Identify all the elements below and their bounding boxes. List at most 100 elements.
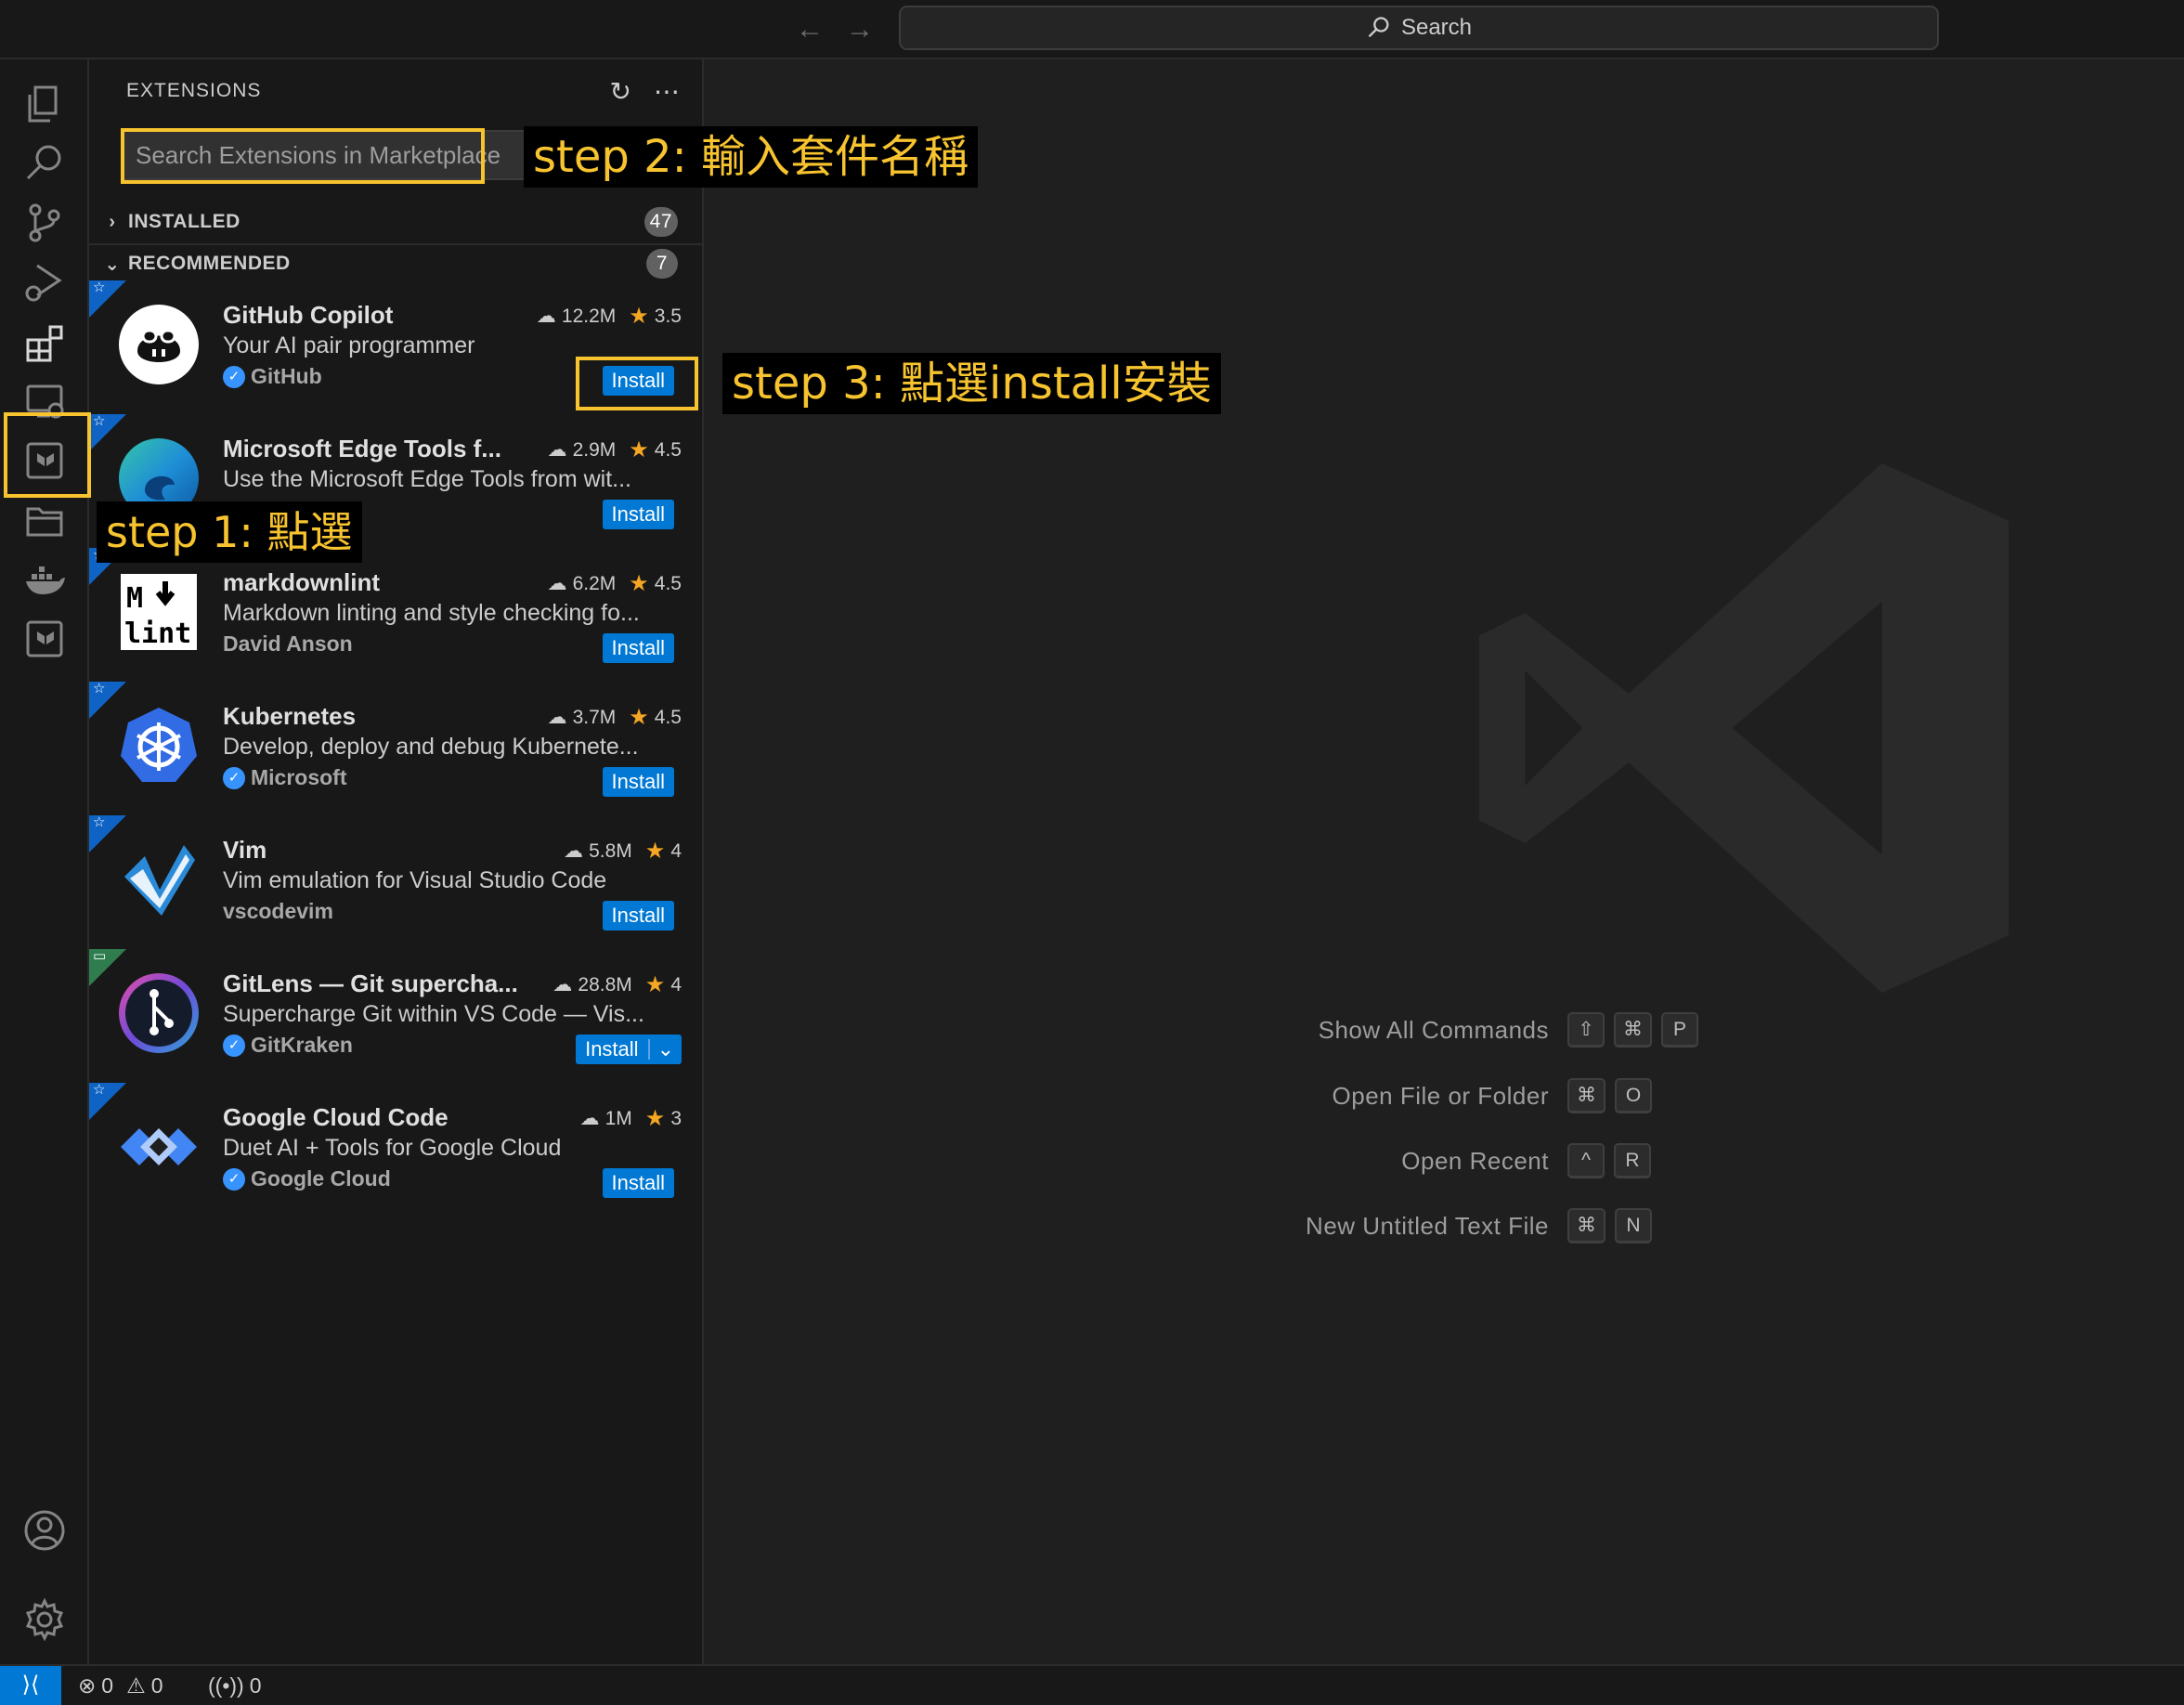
download-icon: ☁ [564, 840, 584, 862]
star-icon: ★ [629, 705, 649, 730]
annotation-step1: step 1: 點選 [97, 501, 362, 563]
section-label: RECOMMENDED [128, 253, 291, 274]
annotation-step2: step 2: 輸入套件名稱 [524, 126, 979, 188]
problems-indicator[interactable]: ⊗ 0 ⚠ 0 [78, 1673, 163, 1698]
download-count: 3.7M [572, 706, 617, 728]
download-count: 6.2M [572, 572, 617, 594]
publisher-name: vscodevim [223, 899, 333, 923]
annotation-step3: step 3: 點選install安裝 [722, 353, 1221, 414]
sidebar-title: EXTENSIONS [126, 80, 262, 101]
extension-description: Your AI pair programmer [223, 332, 475, 358]
rating-value: 4 [670, 973, 682, 996]
gitlens-logo-icon [119, 973, 199, 1053]
star-icon: ★ [629, 571, 649, 596]
star-icon: ★ [629, 304, 649, 329]
key-o: O [1615, 1078, 1652, 1113]
verified-publisher-icon: ✓ [223, 766, 245, 789]
status-bar: ⟩⟨ ⊗ 0 ⚠ 0 ((•)) 0 [0, 1664, 2184, 1705]
folders-icon[interactable] [15, 490, 74, 550]
section-installed[interactable]: › INSTALLED 47 [89, 202, 702, 241]
extensions-icon[interactable] [15, 312, 74, 371]
download-count: 12.2M [561, 305, 617, 327]
markdownlint-logo-icon: M lint [121, 574, 197, 650]
section-recommended[interactable]: ⌄ RECOMMENDED 7 [89, 243, 702, 282]
title-bar: ← → Search [0, 0, 2184, 59]
extension-publisher: ✓ GitKraken [223, 1033, 353, 1058]
rating-value: 3 [670, 1107, 682, 1129]
key-cmd: ⌘ [1567, 1078, 1606, 1113]
verified-publisher-icon: ✓ [223, 365, 245, 388]
key-n: N [1615, 1208, 1652, 1243]
key-r: R [1614, 1143, 1651, 1178]
arrow-right-icon[interactable]: → [841, 11, 878, 48]
extension-stats: ☁ 3.7M ★ 4.5 [548, 704, 682, 731]
star-icon: ★ [644, 839, 666, 864]
download-icon: ☁ [547, 707, 567, 728]
more-actions-icon[interactable]: ⋯ [654, 76, 680, 107]
extension-stats: ☁ 12.2M ★ 3.5 [537, 303, 682, 330]
search-icon [1368, 17, 1389, 38]
install-button[interactable]: Install [602, 1168, 674, 1198]
extension-publisher: ✓ Google Cloud [223, 1166, 391, 1191]
accounts-icon[interactable] [15, 1501, 74, 1560]
extension-item-kubernetes[interactable]: ☆ Kubernetes ☁ 3.7M ★ 4.5 Develop, deplo… [89, 681, 702, 821]
terraform-alt-icon[interactable] [15, 609, 74, 669]
section-label: INSTALLED [128, 211, 240, 232]
install-button[interactable]: Install [602, 901, 674, 931]
shortcut-open-recent[interactable]: Open Recent ^ R [704, 1143, 2184, 1180]
extension-item-gitlens[interactable]: ▭ GitLens — Git supercha... ☁ 28.8M ★ 4 … [89, 948, 702, 1088]
vim-logo-icon [124, 845, 195, 916]
docker-icon[interactable] [15, 550, 74, 609]
shortcut-show-all-commands[interactable]: Show All Commands ⇧ ⌘ P [704, 1012, 2184, 1049]
rating-value: 4.5 [654, 572, 682, 594]
extension-publisher: ✓ GitHub [223, 364, 322, 389]
extension-name: Kubernetes [223, 702, 357, 730]
download-count: 5.8M [589, 839, 632, 862]
chevron-down-icon[interactable]: ⌄ [650, 1035, 682, 1064]
command-center-search[interactable]: Search [899, 6, 1939, 50]
extension-name: GitLens — Git supercha... [223, 970, 518, 997]
error-count: 0 [101, 1673, 114, 1698]
install-button[interactable]: Install [576, 1035, 647, 1064]
annotation-box-install [576, 357, 698, 410]
extension-stats: ☁ 5.8M ★ 4 [564, 838, 682, 865]
key-cmd: ⌘ [1614, 1012, 1652, 1048]
extension-name: Microsoft Edge Tools f... [223, 435, 501, 462]
rating-value: 3.5 [654, 305, 682, 327]
source-control-icon[interactable] [15, 193, 74, 253]
download-count: 28.8M [578, 973, 632, 996]
refresh-icon[interactable]: ↻ [610, 76, 631, 107]
extension-stats: ☁ 1M ★ 3 [580, 1105, 682, 1132]
key-shift: ⇧ [1567, 1012, 1605, 1048]
extension-description: Use the Microsoft Edge Tools from wit... [223, 466, 631, 492]
svg-text:lint: lint [124, 618, 191, 650]
search-icon[interactable] [15, 134, 74, 193]
shortcut-new-untitled-file[interactable]: New Untitled Text File ⌘ N [704, 1208, 2184, 1245]
ports-indicator[interactable]: ((•)) 0 [208, 1673, 262, 1698]
install-button[interactable]: Install [602, 500, 674, 529]
extension-item-google-cloud-code[interactable]: ☆ Google Cloud Code ☁ 1M ★ 3 Duet AI + T… [89, 1082, 702, 1222]
install-button[interactable]: Install [602, 767, 674, 797]
shortcut-open-file-or-folder[interactable]: Open File or Folder ⌘ O [704, 1078, 2184, 1115]
extension-stats: ☁ 28.8M ★ 4 [552, 971, 682, 998]
google-cloud-code-logo-icon [121, 1128, 197, 1165]
extension-item-vim[interactable]: ☆ Vim ☁ 5.8M ★ 4 Vim emulation for Visua… [89, 814, 702, 955]
extension-description: Duet AI + Tools for Google Cloud [223, 1135, 562, 1161]
rating-value: 4.5 [654, 706, 682, 728]
annotation-box-search [121, 128, 485, 184]
warning-count: 0 [150, 1673, 163, 1698]
warning-icon: ⚠ [126, 1673, 146, 1698]
star-icon: ★ [629, 437, 649, 462]
verified-publisher-icon: ✓ [223, 1034, 245, 1057]
arrow-left-icon[interactable]: ← [791, 11, 828, 48]
remote-indicator-icon[interactable]: ⟩⟨ [0, 1666, 61, 1705]
count-badge: 47 [644, 207, 678, 237]
gear-icon[interactable] [15, 1590, 74, 1649]
publisher-name: Microsoft [251, 765, 347, 789]
install-button[interactable]: Install [602, 633, 674, 663]
extension-item-markdownlint[interactable]: ☆ M lint markdownlint ☁ 6.2M ★ 4.5 Markd… [89, 547, 702, 687]
run-and-debug-icon[interactable] [15, 253, 74, 312]
download-icon: ☁ [547, 439, 567, 461]
publisher-name: Google Cloud [251, 1166, 391, 1191]
explorer-icon[interactable] [15, 74, 74, 134]
